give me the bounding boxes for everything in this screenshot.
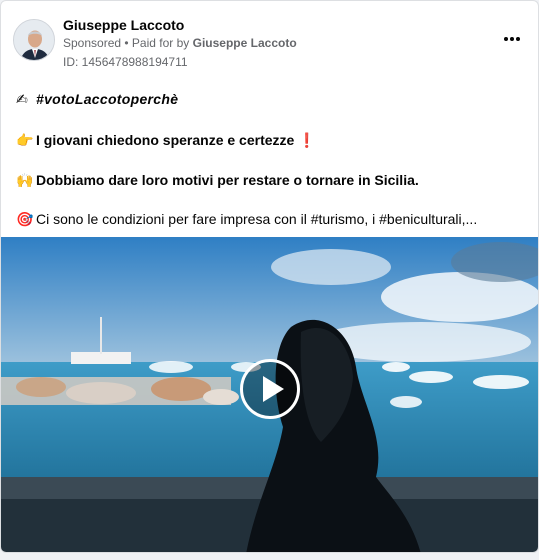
hashtag-line: ✍ #votoLaccotoperchè [16, 91, 524, 108]
body-line-youth: 👉 I giovani chiedono speranze e certezze … [16, 132, 524, 149]
body-line-youth-text: I giovani chiedono speranze e certezze [36, 132, 295, 148]
author-name[interactable]: Giuseppe Laccoto [63, 17, 184, 33]
target-emoji: 🎯 [16, 211, 34, 227]
body-line-conditions: 🎯 Ci sono le condizioni per fare impresa … [16, 211, 524, 228]
separator-dot: • [121, 36, 132, 50]
more-dot [516, 37, 520, 41]
sponsored-label: Sponsored [63, 36, 122, 50]
ad-post-card: Giuseppe Laccoto Sponsored • Paid for by… [0, 0, 539, 553]
writing-hand-emoji: ✍ [16, 91, 29, 107]
body-line-sicily-text: Dobbiamo dare loro motivi per restare o … [36, 172, 415, 188]
exclamation-emoji: ❗ [298, 132, 316, 148]
post-header: Giuseppe Laccoto Sponsored • Paid for by… [13, 15, 526, 75]
hashtag-link[interactable]: #votoLaccotoperchè [36, 91, 178, 107]
play-icon [262, 376, 284, 402]
body-line-sicily-end: . [414, 172, 419, 188]
raised-hands-emoji: 🙌 [16, 172, 34, 188]
more-horizontal-icon [504, 37, 508, 41]
sponsor-line: Sponsored • Paid for by Giuseppe Laccoto [63, 36, 297, 50]
body-line-sicily: 🙌 Dobbiamo dare loro motivi per restare o… [16, 172, 524, 189]
avatar[interactable] [13, 19, 55, 61]
body-line-conditions-text[interactable]: Ci sono le condizioni per fare impresa c… [36, 211, 477, 227]
pointing-hand-emoji: 👉 [16, 132, 34, 148]
play-button[interactable] [240, 359, 300, 419]
video-player[interactable] [1, 237, 538, 552]
paid-for-name: Giuseppe Laccoto [192, 36, 297, 50]
paid-for-prefix: Paid for by [131, 36, 193, 50]
more-dot [510, 37, 514, 41]
ad-id: ID: 1456478988194711 [63, 55, 188, 69]
more-options-button[interactable] [498, 29, 526, 49]
